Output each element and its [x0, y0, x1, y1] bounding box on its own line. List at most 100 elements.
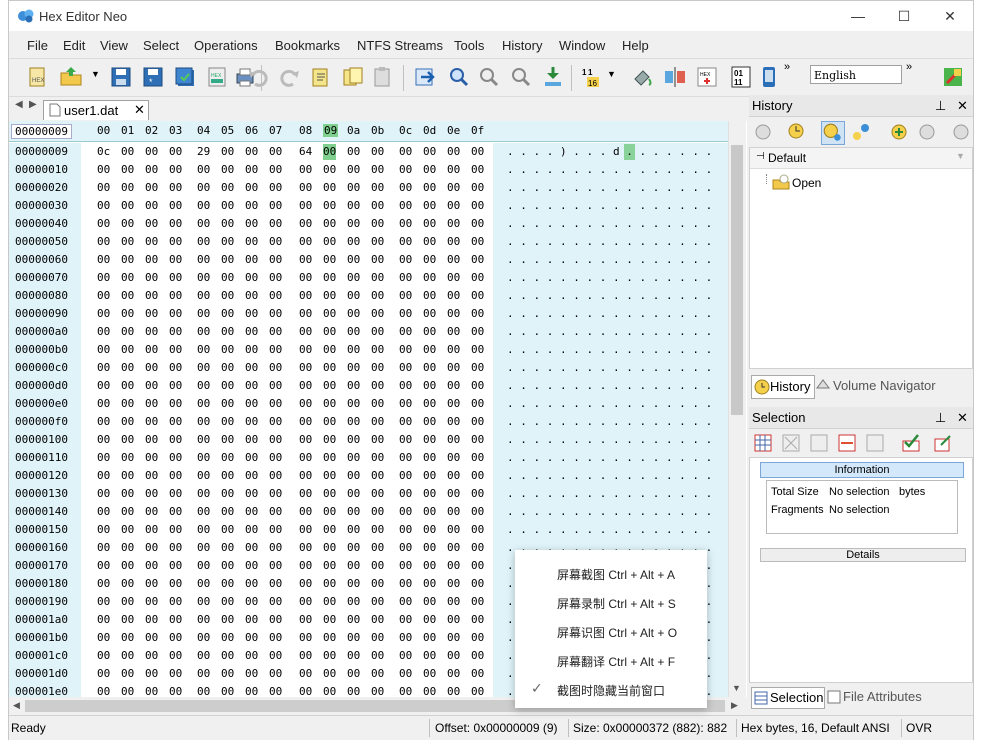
hex-byte[interactable]: 00: [97, 395, 110, 413]
hex-byte[interactable]: 00: [221, 611, 234, 629]
hex-byte[interactable]: 00: [471, 269, 484, 287]
hex-byte[interactable]: 00: [221, 413, 234, 431]
close-panel-icon[interactable]: ✕: [957, 407, 968, 429]
menu-window[interactable]: Window: [559, 38, 605, 53]
hex-byte[interactable]: 00: [121, 161, 134, 179]
binary-mode-icon[interactable]: 0111: [729, 65, 753, 89]
hex-byte[interactable]: 00: [471, 413, 484, 431]
hex-byte[interactable]: 00: [371, 413, 384, 431]
hex-byte[interactable]: 00: [121, 305, 134, 323]
menu-item-hide-window[interactable]: ✓ 截图时隐藏当前窗口: [515, 676, 707, 704]
hex-byte[interactable]: 00: [423, 521, 436, 539]
hex-byte[interactable]: 00: [269, 233, 282, 251]
ascii-text[interactable]: . . . . . . . . . . . . . . . .: [507, 269, 712, 287]
vertical-scrollbar[interactable]: ▼: [728, 121, 746, 697]
hex-byte[interactable]: 00: [121, 341, 134, 359]
hex-byte[interactable]: 00: [121, 575, 134, 593]
hex-byte[interactable]: 00: [471, 521, 484, 539]
hex-byte[interactable]: 00: [269, 179, 282, 197]
hex-byte[interactable]: 00: [371, 179, 384, 197]
hex-byte[interactable]: 00: [197, 197, 210, 215]
menu-item-screenshot[interactable]: 屏幕截图 Ctrl + Alt + A: [515, 560, 707, 588]
hex-byte[interactable]: 00: [471, 431, 484, 449]
hex-byte[interactable]: 00: [471, 233, 484, 251]
title-bar[interactable]: Hex Editor Neo — ☐ ✕: [9, 1, 973, 31]
hex-byte[interactable]: 00: [245, 287, 258, 305]
hex-byte[interactable]: 00: [145, 395, 158, 413]
close-tab-icon[interactable]: ✕: [134, 102, 145, 118]
open-folder-icon[interactable]: [59, 65, 83, 89]
hex-byte[interactable]: 00: [347, 575, 360, 593]
history-list-icon[interactable]: [821, 121, 845, 145]
hex-byte[interactable]: 00: [471, 197, 484, 215]
hex-byte[interactable]: 00: [197, 305, 210, 323]
history-clock-icon[interactable]: [787, 122, 807, 142]
scroll-right-icon[interactable]: ▶: [731, 700, 738, 711]
hex-byte[interactable]: 00: [169, 269, 182, 287]
hex-byte[interactable]: 00: [97, 611, 110, 629]
hex-byte[interactable]: 00: [221, 395, 234, 413]
hex-byte[interactable]: 00: [197, 287, 210, 305]
hex-byte[interactable]: 00: [471, 215, 484, 233]
hex-byte[interactable]: 00: [269, 305, 282, 323]
hex-byte[interactable]: 00: [269, 251, 282, 269]
hex-byte[interactable]: 00: [399, 323, 412, 341]
hex-byte[interactable]: 00: [447, 269, 460, 287]
hex-byte[interactable]: 00: [371, 629, 384, 647]
hex-byte[interactable]: 00: [471, 467, 484, 485]
hex-byte[interactable]: 00: [221, 143, 234, 161]
hex-byte[interactable]: 00: [299, 179, 312, 197]
hex-byte[interactable]: 00: [245, 341, 258, 359]
hex-byte[interactable]: 00: [169, 305, 182, 323]
hex-byte[interactable]: 00: [347, 629, 360, 647]
hex-byte[interactable]: 00: [447, 413, 460, 431]
hex-byte[interactable]: 00: [447, 287, 460, 305]
hex-byte[interactable]: 00: [169, 665, 182, 683]
hex-byte[interactable]: 00: [299, 647, 312, 665]
hex-byte[interactable]: 00: [269, 665, 282, 683]
hex-byte[interactable]: 00: [471, 161, 484, 179]
hex-byte[interactable]: 00: [245, 413, 258, 431]
hex-byte[interactable]: 00: [371, 161, 384, 179]
hex-byte[interactable]: 00: [245, 251, 258, 269]
hex-byte[interactable]: 00: [423, 593, 436, 611]
hex-byte[interactable]: 00: [347, 143, 360, 161]
save-all-icon[interactable]: [173, 65, 197, 89]
hex-byte[interactable]: 00: [447, 179, 460, 197]
hex-byte[interactable]: 00: [423, 269, 436, 287]
hex-byte[interactable]: 00: [197, 161, 210, 179]
hex-byte[interactable]: 00: [471, 647, 484, 665]
hex-byte[interactable]: 00: [145, 629, 158, 647]
hex-byte[interactable]: 00: [423, 215, 436, 233]
hex-bytes-area[interactable]: 0c 00 00 00 29 00 00 00 64 00 00 00 00 00 00 00 00 00 00 00…: [85, 143, 484, 697]
hex-byte[interactable]: 00: [197, 647, 210, 665]
hex-byte[interactable]: 00: [371, 395, 384, 413]
hex-byte[interactable]: 00: [399, 431, 412, 449]
bytes-per-row-icon[interactable]: 1 116: [581, 65, 605, 89]
hex-byte[interactable]: 00: [347, 197, 360, 215]
hex-byte[interactable]: 00: [169, 359, 182, 377]
history-branch-row[interactable]: ⊣ Default ▼: [750, 148, 972, 169]
pin-icon[interactable]: ⊥: [935, 407, 946, 429]
hex-byte[interactable]: 00: [323, 413, 336, 431]
hex-byte[interactable]: 00: [299, 251, 312, 269]
hex-byte[interactable]: 00: [471, 665, 484, 683]
hex-byte[interactable]: 00: [245, 395, 258, 413]
menu-view[interactable]: View: [100, 38, 128, 53]
hex-byte[interactable]: 00: [221, 179, 234, 197]
tab-selection[interactable]: Selection: [751, 687, 825, 709]
hex-byte[interactable]: 00: [221, 269, 234, 287]
hex-byte[interactable]: 00: [169, 539, 182, 557]
open-dropdown-icon[interactable]: ▼: [91, 69, 100, 79]
hex-byte[interactable]: 00: [121, 395, 134, 413]
hex-byte[interactable]: 00: [447, 197, 460, 215]
hex-byte[interactable]: 00: [423, 467, 436, 485]
ascii-text[interactable]: . . . . . . . . . . . . . . . .: [507, 341, 712, 359]
hex-byte[interactable]: 00: [347, 359, 360, 377]
hex-byte[interactable]: 00: [197, 575, 210, 593]
hex-byte[interactable]: 00: [97, 485, 110, 503]
hex-byte[interactable]: 00: [169, 233, 182, 251]
hex-byte[interactable]: 00: [197, 449, 210, 467]
hex-byte[interactable]: 00: [471, 683, 484, 697]
hex-byte[interactable]: 00: [145, 557, 158, 575]
